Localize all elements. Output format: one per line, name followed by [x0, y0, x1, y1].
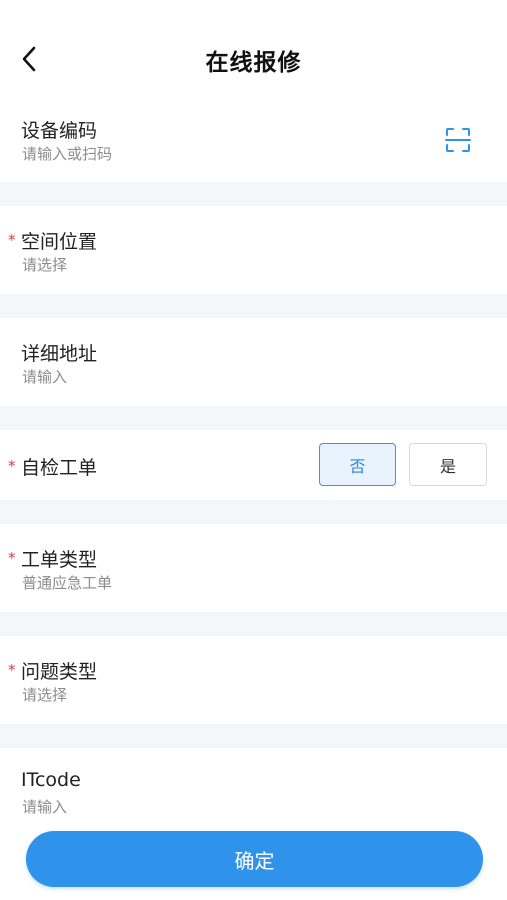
required-marker: *	[8, 231, 16, 249]
section-divider	[0, 182, 507, 206]
itcode-label: ITcode	[21, 769, 81, 791]
space-location-select[interactable]: 请选择	[22, 254, 67, 275]
section-divider	[0, 724, 507, 748]
scan-button[interactable]	[443, 125, 473, 155]
online-repair-page: 在线报修 设备编码 请输入或扫码 * 空间位置 请选择 详细地址 请输入 * 自…	[0, 0, 507, 900]
space-location-label: 空间位置	[21, 231, 98, 253]
device-code-row[interactable]: 设备编码 请输入或扫码	[0, 102, 507, 182]
self-check-label: 自检工单	[21, 457, 98, 479]
detailed-address-input[interactable]: 请输入	[22, 366, 67, 387]
device-code-label: 设备编码	[21, 120, 98, 142]
page-title: 在线报修	[205, 50, 302, 76]
self-check-option-yes[interactable]: 是	[409, 443, 487, 486]
itcode-row[interactable]: ITcode 请输入	[0, 748, 507, 838]
section-divider	[0, 500, 507, 524]
work-order-type-row[interactable]: * 工单类型 普通应急工单	[0, 524, 507, 612]
work-order-type-label: 工单类型	[21, 549, 98, 571]
detailed-address-label: 详细地址	[21, 343, 98, 365]
detailed-address-row[interactable]: 详细地址 请输入	[0, 318, 507, 406]
issue-type-label: 问题类型	[21, 661, 98, 683]
itcode-input[interactable]: 请输入	[22, 796, 67, 817]
section-divider	[0, 612, 507, 636]
space-location-row[interactable]: * 空间位置 请选择	[0, 206, 507, 294]
issue-type-select[interactable]: 请选择	[22, 684, 67, 705]
required-marker: *	[8, 457, 16, 475]
scan-icon	[445, 128, 471, 152]
issue-type-row[interactable]: * 问题类型 请选择	[0, 636, 507, 724]
section-divider	[0, 406, 507, 430]
navigation-bar: 在线报修	[0, 0, 507, 118]
device-code-input[interactable]: 请输入或扫码	[22, 143, 112, 164]
work-order-type-value[interactable]: 普通应急工单	[22, 572, 112, 593]
confirm-button[interactable]: 确定	[26, 831, 483, 887]
required-marker: *	[8, 661, 16, 679]
self-check-option-no[interactable]: 否	[319, 443, 396, 486]
required-marker: *	[8, 549, 16, 567]
section-divider	[0, 294, 507, 318]
